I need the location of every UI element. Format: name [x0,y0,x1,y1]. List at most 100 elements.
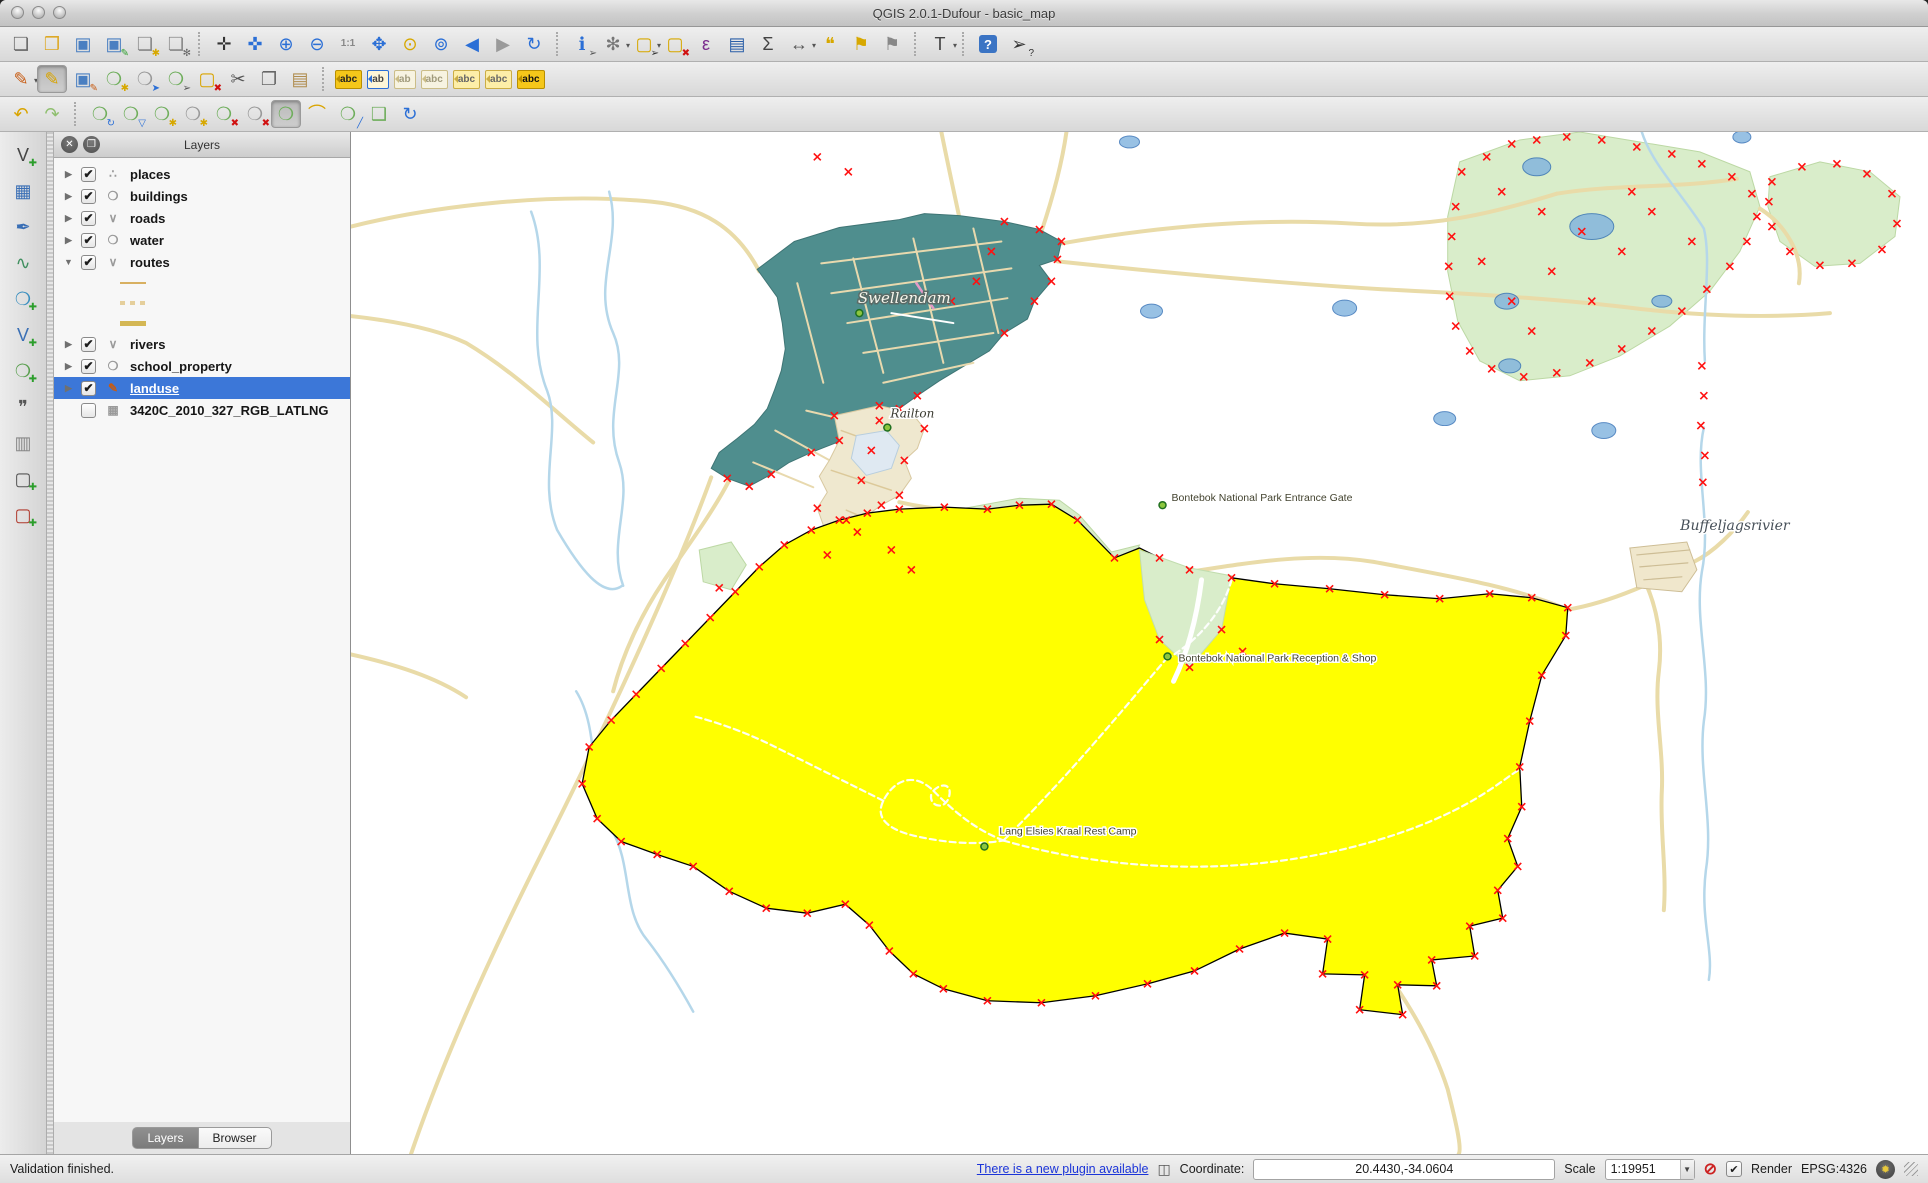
layer-expand-icon[interactable]: ▶ [63,361,74,372]
close-window-button[interactable] [11,6,24,19]
zoom-to-layer-icon[interactable]: ⊚ [426,30,456,58]
highlight-pinned-labels-icon[interactable]: ab [394,70,416,89]
save-project-icon[interactable]: ▣ [68,30,98,58]
pin-unpin-labels-icon[interactable]: ab [367,70,389,89]
rotate-label-icon[interactable]: abc [453,70,480,89]
chevron-down-icon[interactable]: ▼ [1680,1160,1694,1179]
split-features-icon[interactable]: ❍╱ [333,100,363,128]
measure-line-icon[interactable]: ↔▾ [784,30,814,58]
select-features-icon[interactable]: ▢➢▾ [629,30,659,58]
layer-visibility-checkbox[interactable]: ✔ [81,381,96,396]
panel-close-icon[interactable]: ✕ [61,136,78,153]
redo-icon[interactable]: ↷ [37,100,67,128]
new-bookmark-icon[interactable]: ⚑ [846,30,876,58]
title-bar[interactable]: QGIS 2.0.1-Dufour - basic_map [0,0,1928,27]
reshape-features-icon[interactable]: ❍ [271,100,301,128]
coordinate-input[interactable]: 20.4430,-34.0604 [1253,1159,1555,1180]
zoom-full-extent-icon[interactable]: ✥ [364,30,394,58]
map-tips-icon[interactable]: ❝ [815,30,845,58]
move-feature-icon[interactable]: ❍➤ [130,65,160,93]
layer-expand-icon[interactable]: ▶ [63,383,74,394]
panel-detach-icon[interactable]: ❐ [83,136,100,153]
identify-features-icon[interactable]: ℹ➢ [567,30,597,58]
zoom-last-icon[interactable]: ◀ [457,30,487,58]
layer-expand-icon[interactable]: ▶ [63,235,74,246]
zoom-window-button[interactable] [53,6,66,19]
refresh-map-icon[interactable]: ↻ [519,30,549,58]
rotate-point-symbols-icon[interactable]: ↻ [395,100,425,128]
layer-visibility-checkbox[interactable]: ✔ [81,337,96,352]
cut-features-icon[interactable]: ✂ [223,65,253,93]
layer-visibility-checkbox[interactable]: ✔ [81,189,96,204]
layer-row-water[interactable]: ▶✔❍water [54,229,350,251]
layer-row-routes[interactable]: ▼✔∨routes [54,251,350,273]
map-canvas[interactable]: SwellendamRailtonBontebok National Park … [351,132,1928,1154]
zoom-out-icon[interactable]: ⊖ [302,30,332,58]
change-label-properties-icon[interactable]: abc [485,70,512,89]
add-wcs-layer-icon[interactable]: ❍✚ [9,358,37,384]
deselect-features-icon[interactable]: ▢✖ [660,30,690,58]
layer-row-places[interactable]: ▶✔∴places [54,163,350,185]
scale-combo[interactable]: 1:19951 ▼ [1605,1159,1695,1180]
paste-features-icon[interactable]: ▤ [285,65,315,93]
move-label-icon[interactable]: abc [421,70,448,89]
merge-features-icon[interactable]: ❑ [364,100,394,128]
add-postgis-layer-icon[interactable]: ∿ [9,250,37,276]
layer-row-roads[interactable]: ▶✔∨roads [54,207,350,229]
composer-manager-icon[interactable]: ❏✻ [161,30,191,58]
add-spatialite-layer-icon[interactable]: ✒ [9,214,37,240]
layer-expand-icon[interactable]: ▼ [63,257,74,267]
show-bookmarks-icon[interactable]: ⚑ [877,30,907,58]
add-vector-layer-icon[interactable]: V✚ [9,142,37,168]
select-by-expression-icon[interactable]: ε [691,30,721,58]
crs-status-icon[interactable]: ✹ [1876,1160,1895,1179]
layer-expand-icon[interactable]: ▶ [63,191,74,202]
rotate-feature-icon[interactable]: ❍↻ [85,100,115,128]
delete-part-icon[interactable]: ❍✖ [240,100,270,128]
offset-curve-icon[interactable]: ⌒ [302,100,332,128]
layer-visibility-checkbox[interactable]: ✔ [81,211,96,226]
help-contents-icon[interactable]: ? [973,30,1003,58]
delete-selected-icon[interactable]: ▢✖ [192,65,222,93]
new-spatialite-layer-icon[interactable]: ▢✚ [9,502,37,528]
zoom-actual-size-icon[interactable]: 1:1 [333,30,363,58]
layer-visibility-checkbox[interactable]: ✔ [81,167,96,182]
layer-row-school_property[interactable]: ▶✔❍school_property [54,355,350,377]
new-print-composer-icon[interactable]: ❏✱ [130,30,160,58]
panel-resize-handle[interactable] [47,132,54,1154]
node-tool-icon[interactable]: ❍➢ [161,65,191,93]
whats-this-icon[interactable]: ➢? [1004,30,1034,58]
layer-visibility-checkbox[interactable]: ✔ [81,233,96,248]
tab-layers[interactable]: Layers [132,1127,198,1149]
current-edits-icon[interactable]: ✎▾ [6,65,36,93]
delete-ring-icon[interactable]: ❍✖ [209,100,239,128]
add-part-icon[interactable]: ❍✱ [178,100,208,128]
plugin-available-link[interactable]: There is a new plugin available [977,1162,1149,1176]
layer-expand-icon[interactable]: ▶ [63,213,74,224]
add-raster-layer-icon[interactable]: ▦ [9,178,37,204]
simplify-feature-icon[interactable]: ❍▽ [116,100,146,128]
text-annotation-icon[interactable]: T▾ [925,30,955,58]
pan-map-icon[interactable]: ✛ [209,30,239,58]
undo-icon[interactable]: ↶ [6,100,36,128]
labeling-options-icon[interactable]: abc [335,70,362,89]
open-attribute-table-icon[interactable]: ▤ [722,30,752,58]
text-annotation-dropdown-icon[interactable]: ▾ [953,42,957,50]
zoom-to-selection-icon[interactable]: ⊙ [395,30,425,58]
add-feature-icon[interactable]: ❍✱ [99,65,129,93]
layer-row-rivers[interactable]: ▶✔∨rivers [54,333,350,355]
toggle-editing-icon[interactable]: ✎ [37,65,67,93]
add-wfs-layer-icon[interactable]: V✚ [9,322,37,348]
minimize-window-button[interactable] [32,6,45,19]
render-checkbox[interactable]: ✔ [1726,1161,1742,1177]
layer-row-3420C_2010_327_RGB_LATLNG[interactable]: ▦3420C_2010_327_RGB_LATLNG [54,399,350,421]
save-project-as-icon[interactable]: ▣✎ [99,30,129,58]
layer-expand-icon[interactable]: ▶ [63,339,74,350]
add-delimited-text-layer-icon[interactable]: ❞ [9,394,37,420]
run-feature-action-icon[interactable]: ✻▾ [598,30,628,58]
save-layer-edits-icon[interactable]: ▣✎ [68,65,98,93]
layer-row-buildings[interactable]: ▶✔❍buildings [54,185,350,207]
tab-browser[interactable]: Browser [199,1127,272,1149]
layer-visibility-checkbox[interactable] [81,403,96,418]
resize-grip[interactable] [1904,1162,1918,1176]
